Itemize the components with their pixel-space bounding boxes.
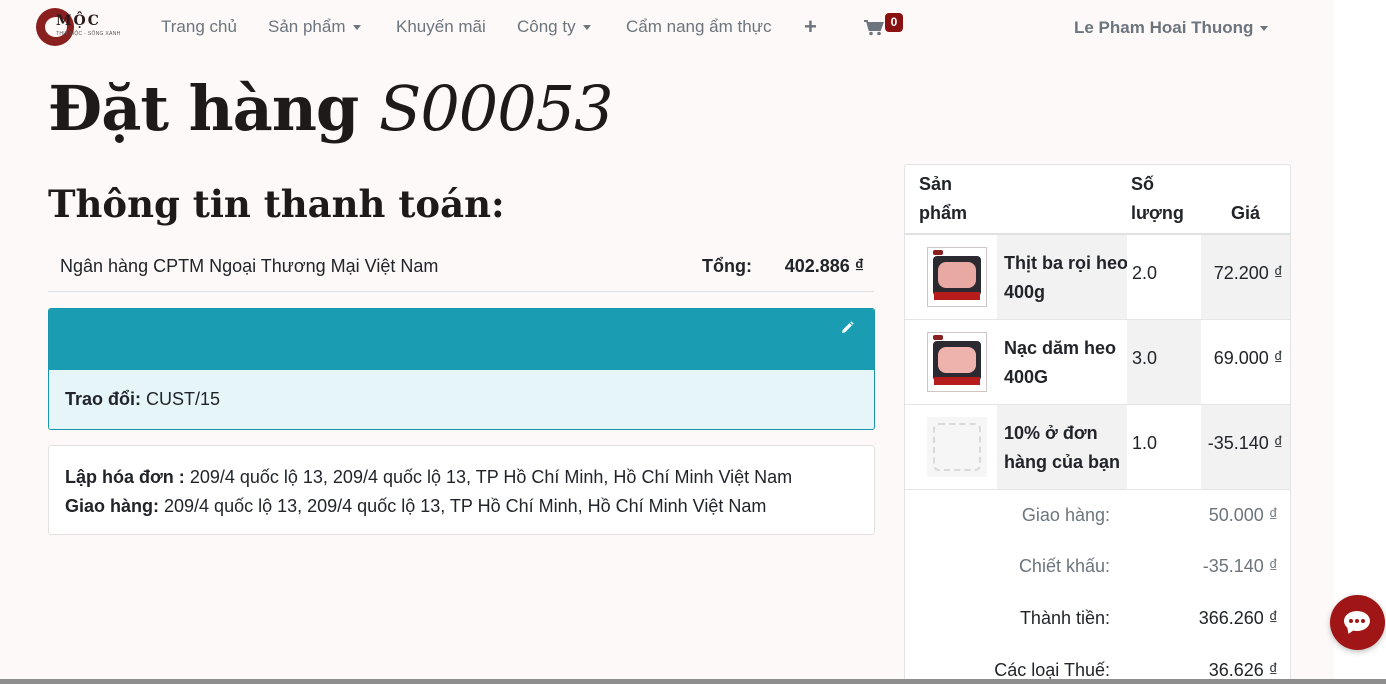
summary-label: Thành tiền:	[1019, 608, 1110, 628]
header-quantity-line1: Số	[1131, 174, 1155, 194]
nav-company[interactable]: Công ty	[517, 17, 591, 37]
nav-cooking-guide[interactable]: Cẩm nang ẩm thực	[626, 17, 772, 37]
product-name: 10% ở đơn hàng của bạn	[1004, 423, 1121, 472]
chat-dot	[1361, 619, 1365, 623]
exchange-value: CUST/15	[146, 389, 221, 409]
placeholder-image-icon	[933, 423, 981, 471]
nav-company-label: Công ty	[517, 17, 576, 36]
qty-cell: 2.0	[1127, 235, 1201, 319]
name-cell: 10% ở đơn hàng của bạn	[997, 405, 1127, 489]
order-number: S00053	[378, 72, 614, 145]
bank-name: Ngân hàng CPTM Ngoại Thương Mại Việt Nam	[60, 256, 439, 276]
invoice-value: 209/4 quốc lộ 13, 209/4 quốc lộ 13, TP H…	[189, 467, 793, 487]
price-cell: -35.140 ₫	[1201, 405, 1290, 489]
cart-count-badge[interactable]: 0	[885, 13, 903, 32]
total-value: 402.886 ₫	[784, 256, 864, 276]
product-thumbnail[interactable]	[927, 247, 987, 307]
summary-label: Giao hàng:	[1021, 505, 1110, 525]
product-name[interactable]: Thịt ba rọi heo 400g	[1004, 249, 1128, 307]
chevron-down-icon	[582, 25, 591, 31]
shipping-label: Giao hàng:	[65, 496, 159, 516]
invoice-label: Lập hóa đơn :	[65, 467, 185, 487]
header-price: Giá	[1231, 203, 1261, 223]
nav-promotions[interactable]: Khuyến mãi	[396, 17, 486, 37]
summary-value: 50.000 ₫	[1208, 505, 1278, 525]
thumb-meat	[938, 262, 976, 288]
header-product-line2: phẩm	[919, 203, 968, 223]
summary-subtotal: Thành tiền: 366.260 ₫	[905, 608, 1290, 638]
page-title-prefix: Đặt hàng	[48, 72, 379, 145]
product-name[interactable]: Nạc dăm heo 400G	[1004, 334, 1128, 392]
page-edge	[1334, 0, 1386, 684]
summary-label: Các loại Thuế:	[994, 660, 1110, 680]
product-price: 72.200 ₫	[1213, 263, 1283, 283]
thumb-label	[934, 377, 980, 385]
thumb-brand	[933, 250, 943, 255]
discount-thumbnail	[927, 417, 987, 477]
header-quantity-line2: lượng	[1131, 203, 1184, 223]
exchange-card-body: Trao đổi: CUST/15	[49, 370, 874, 429]
table-row: 10% ở đơn hàng của bạn 1.0 -35.140 ₫	[905, 405, 1290, 490]
exchange-label: Trao đổi:	[65, 389, 141, 409]
order-summary-table: Sản phẩm Số lượng Giá Thịt ba rọi heo 40…	[904, 164, 1291, 684]
exchange-card-header	[49, 309, 874, 370]
table-row: Thịt ba rọi heo 400g 2.0 72.200 ₫	[905, 235, 1290, 320]
chevron-down-icon	[1260, 26, 1269, 32]
chevron-down-icon	[352, 25, 361, 31]
table-row: Nạc dăm heo 400G 3.0 69.000 ₫	[905, 320, 1290, 405]
thumb-brand	[933, 335, 943, 340]
nav-products[interactable]: Sản phẩm	[268, 17, 361, 37]
plus-icon[interactable]: +	[804, 14, 817, 40]
chat-dot	[1349, 619, 1353, 623]
product-price: 69.000 ₫	[1213, 348, 1283, 368]
summary-value: 36.626 ₫	[1208, 660, 1278, 680]
invoice-address: Lập hóa đơn : 209/4 quốc lộ 13, 209/4 qu…	[65, 463, 858, 492]
chat-button[interactable]	[1330, 595, 1385, 650]
qty-cell: 1.0	[1127, 405, 1201, 489]
price-cell: 72.200 ₫	[1201, 235, 1290, 319]
window-bottom-border	[0, 679, 1386, 684]
summary-value: -35.140 ₫	[1202, 556, 1278, 576]
header-product: Sản phẩm	[919, 170, 967, 228]
shipping-address: Giao hàng: 209/4 quốc lộ 13, 209/4 quốc …	[65, 492, 858, 521]
page-title: Đặt hàng S00053	[48, 72, 614, 145]
user-name: Le Pham Hoai Thuong	[1074, 18, 1254, 37]
pencil-icon[interactable]	[840, 321, 854, 335]
nav-home[interactable]: Trang chủ	[161, 17, 237, 37]
payment-heading: Thông tin thanh toán:	[48, 182, 505, 226]
shipping-value: 209/4 quốc lộ 13, 209/4 quốc lộ 13, TP H…	[164, 496, 767, 516]
payment-row: Ngân hàng CPTM Ngoại Thương Mại Việt Nam…	[48, 240, 874, 292]
chat-dot	[1355, 619, 1359, 623]
summary-label: Chiết khấu:	[1018, 556, 1110, 576]
product-price: -35.140 ₫	[1207, 433, 1283, 453]
summary-value: 366.260 ₫	[1198, 608, 1278, 628]
top-navbar: MỘC THỊT MỘC - SỐNG XANH Trang chủ Sản p…	[0, 0, 1334, 56]
logo-text: MỘC	[56, 13, 101, 29]
product-qty: 1.0	[1132, 433, 1158, 453]
header-quantity: Số lượng	[1131, 170, 1184, 228]
price-cell: 69.000 ₫	[1201, 320, 1290, 404]
qty-cell: 3.0	[1127, 320, 1201, 404]
name-cell: Nạc dăm heo 400G	[997, 320, 1127, 404]
product-thumbnail[interactable]	[927, 332, 987, 392]
header-product-line1: Sản	[919, 174, 953, 194]
shopping-cart-icon[interactable]	[864, 20, 884, 36]
product-qty: 2.0	[1132, 263, 1158, 283]
product-qty: 3.0	[1132, 348, 1158, 368]
exchange-card: Trao đổi: CUST/15	[48, 308, 875, 430]
thumb-meat	[938, 347, 976, 373]
nav-products-label: Sản phẩm	[268, 17, 346, 36]
summary-shipping: Giao hàng: 50.000 ₫	[905, 505, 1290, 535]
user-menu[interactable]: Le Pham Hoai Thuong	[1074, 18, 1269, 38]
name-cell: Thịt ba rọi heo 400g	[997, 235, 1128, 319]
brand-logo[interactable]: MỘC THỊT MỘC - SỐNG XANH	[36, 8, 122, 48]
thumb-label	[934, 292, 980, 300]
summary-discount: Chiết khấu: -35.140 ₫	[905, 556, 1290, 586]
total-label: Tổng:	[702, 256, 752, 276]
logo-tagline: THỊT MỘC - SỐNG XANH	[56, 31, 121, 37]
address-card: Lập hóa đơn : 209/4 quốc lộ 13, 209/4 qu…	[48, 445, 875, 535]
